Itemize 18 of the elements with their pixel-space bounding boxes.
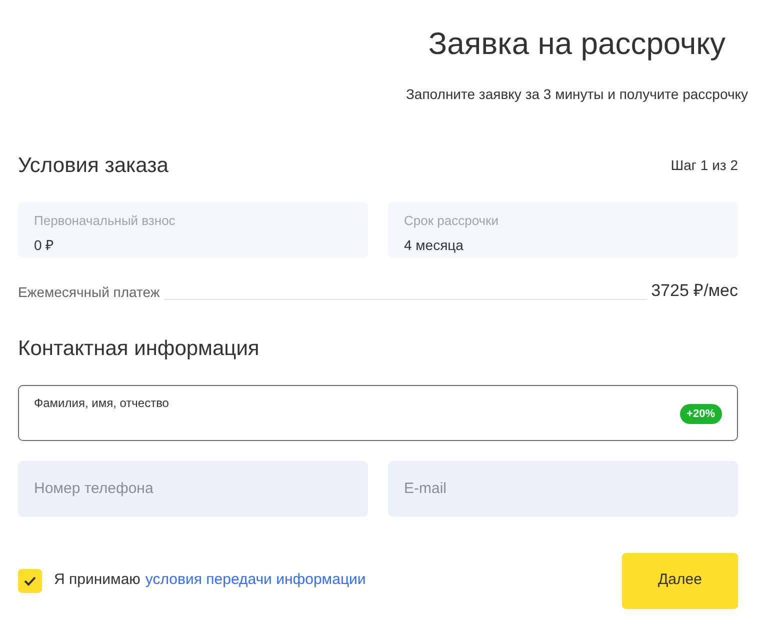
section-title: Условия заказа: [18, 153, 168, 179]
payment-amount: 3725 ₽/мес: [651, 280, 738, 302]
consent-checkbox[interactable]: [18, 568, 42, 592]
page-title: Заявка на рассрочку: [428, 25, 726, 63]
terms-link[interactable]: условия передачи информации: [145, 569, 366, 592]
consent-text: Я принимаю: [54, 570, 140, 590]
page-subtitle: Заполните заявку за 3 минуты и получите рассрочку: [406, 85, 748, 104]
step-indicator: Шаг 1 из 2: [670, 156, 738, 176]
readonly-field[interactable]: Первоначальный взнос 0 ₽: [18, 202, 368, 258]
bonus-badge: +20%: [680, 404, 722, 424]
readonly-field[interactable]: Срок рассрочки 4 месяца: [388, 202, 738, 258]
input-field[interactable]: E-mail: [388, 460, 738, 516]
next-button[interactable]: Далее: [622, 552, 738, 608]
name-field[interactable]: Фамилия, имя, отчество +20%: [18, 384, 738, 440]
input-field[interactable]: Номер телефона: [18, 460, 368, 516]
payment-label: Ежемесячный платеж: [18, 283, 160, 302]
check-icon: [24, 576, 36, 586]
section-title: Контактная информация: [18, 336, 260, 362]
